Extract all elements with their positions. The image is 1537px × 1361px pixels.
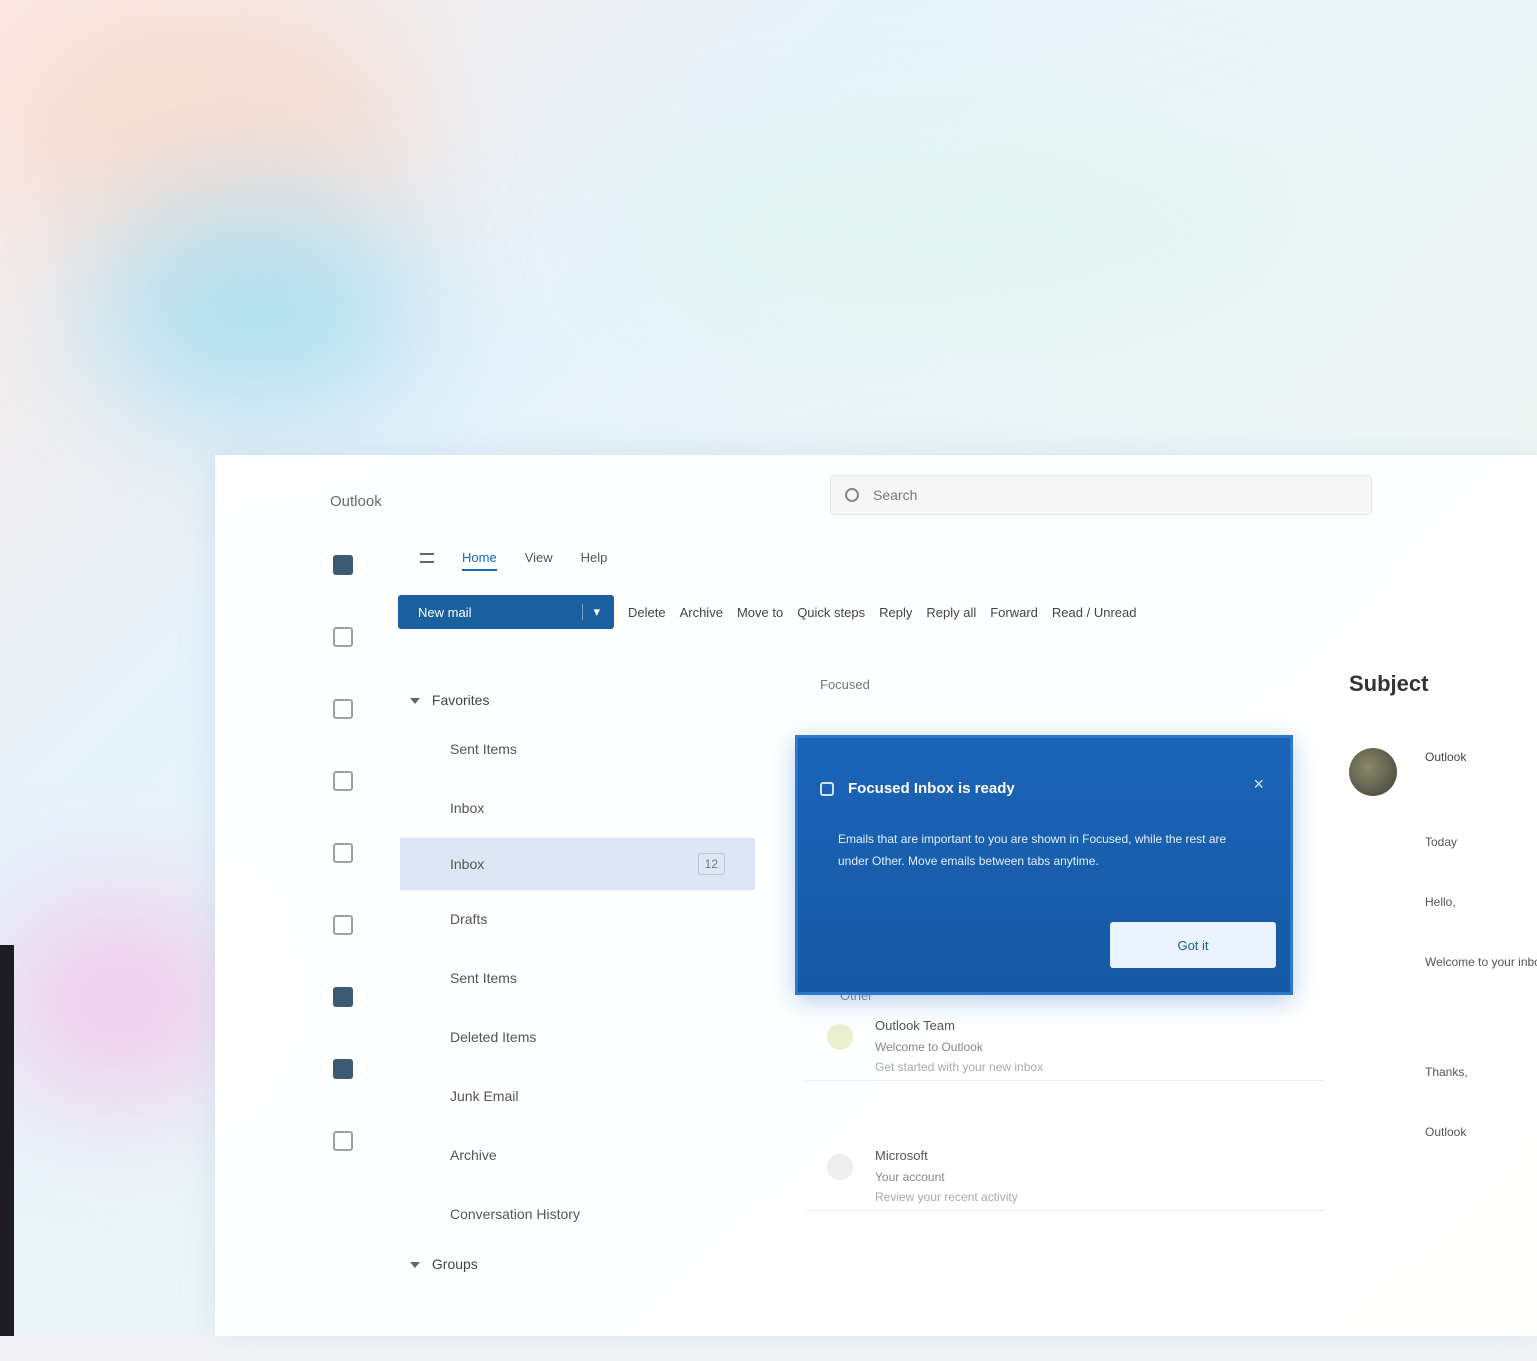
folder-label: Sent Items — [450, 970, 517, 986]
folder-label: Inbox — [450, 800, 485, 816]
files-icon[interactable] — [333, 915, 353, 935]
tab-view[interactable]: View — [525, 550, 553, 571]
folder-item-sent[interactable]: Sent Items — [400, 949, 755, 1008]
ribbon: New mail ▾ Delete Archive Move to Quick … — [398, 595, 1136, 629]
background-glow-blue — [90, 200, 420, 420]
app-rail — [333, 555, 363, 1203]
caret-down-icon — [410, 698, 420, 705]
mail-icon[interactable] — [333, 555, 353, 575]
popup-body: Emails that are important to you are sho… — [838, 832, 1227, 868]
chevron-down-icon[interactable]: ▾ — [582, 604, 600, 620]
sender-avatar — [827, 1024, 853, 1050]
folder-label: Deleted Items — [450, 1029, 537, 1045]
message-preview: Get started with your new inbox — [875, 1060, 1044, 1074]
got-it-button[interactable]: Got it — [1110, 922, 1276, 968]
info-icon — [820, 782, 834, 796]
groups-label: Groups — [431, 1256, 478, 1272]
background-glow-peach — [0, 0, 420, 260]
folder-label: Inbox — [450, 856, 485, 872]
delete-button[interactable]: Delete — [628, 605, 666, 620]
word-app-icon[interactable] — [333, 987, 353, 1007]
folder-item-deleted[interactable]: Deleted Items — [400, 1008, 755, 1067]
favorites-label: Favorites — [431, 692, 490, 708]
quick-steps-button[interactable]: Quick steps — [797, 605, 865, 620]
popup-title: Focused Inbox is ready — [848, 780, 1015, 797]
message-subject-heading: Subject — [1349, 671, 1429, 696]
tab-help[interactable]: Help — [581, 550, 608, 571]
desktop-window-edge — [0, 945, 14, 1340]
message-subject: Welcome to Outlook — [875, 1040, 983, 1054]
search-placeholder: Search — [873, 487, 918, 503]
folder-label: Conversation History — [450, 1206, 580, 1222]
mail-app-window: Outlook Search Home View Help New mail ▾… — [215, 455, 1537, 1336]
reader-body-line: Outlook — [1425, 1125, 1467, 1139]
close-icon[interactable]: × — [1253, 774, 1264, 795]
folder-label: Junk Email — [450, 1088, 519, 1104]
folder-item-drafts[interactable]: Drafts — [400, 890, 755, 949]
folder-item-junk[interactable]: Junk Email — [400, 1067, 755, 1126]
new-mail-button[interactable]: New mail ▾ — [398, 595, 614, 629]
favorites-header[interactable]: Favorites — [400, 680, 755, 720]
search-box[interactable]: Search — [830, 475, 1372, 515]
background-glow-pink — [0, 900, 240, 1100]
calendar-icon[interactable] — [333, 627, 353, 647]
read-unread-button[interactable]: Read / Unread — [1052, 605, 1137, 620]
reply-button[interactable]: Reply — [879, 605, 912, 620]
caret-down-icon — [410, 1262, 420, 1269]
folder-item-favorite-sent[interactable]: Sent Items — [400, 720, 755, 779]
folder-pane: Favorites Sent Items Inbox Inbox 12 Draf… — [400, 680, 755, 1284]
archive-button[interactable]: Archive — [680, 605, 723, 620]
folder-item-archive[interactable]: Archive — [400, 1126, 755, 1185]
tab-home[interactable]: Home — [462, 550, 497, 571]
menu-tabs: Home View Help — [420, 550, 607, 571]
reader-body-line: Welcome to your inbox. — [1425, 955, 1537, 969]
background-glow-green — [620, 120, 1320, 340]
reader-timestamp: Today — [1425, 835, 1458, 849]
folder-item-inbox[interactable]: Inbox 12 — [400, 838, 755, 890]
people-icon[interactable] — [333, 699, 353, 719]
message-sender: Microsoft — [875, 1148, 928, 1163]
folder-label: Sent Items — [450, 741, 517, 757]
focused-filter-tab[interactable]: Focused — [785, 670, 1345, 700]
avatar — [1349, 748, 1397, 796]
hamburger-menu-icon[interactable] — [420, 553, 434, 563]
reader-body-line: Thanks, — [1425, 1065, 1468, 1079]
new-mail-label: New mail — [418, 604, 472, 620]
folder-label: Drafts — [450, 911, 488, 927]
message-preview: Review your recent activity — [875, 1190, 1018, 1204]
list-item[interactable]: Outlook Team Welcome to Outlook Get star… — [805, 1010, 1325, 1081]
taskbar-edge — [0, 1336, 1537, 1361]
reading-pane: Subject Outlook Today Hello, Welcome to … — [1343, 655, 1537, 1335]
message-sender: Outlook Team — [875, 1018, 955, 1033]
move-to-button[interactable]: Move to — [737, 605, 783, 620]
reader-body-line: Hello, — [1425, 895, 1456, 909]
folder-item-favorite-inbox[interactable]: Inbox — [400, 779, 755, 838]
sender-avatar — [827, 1154, 853, 1180]
forward-button[interactable]: Forward — [990, 605, 1038, 620]
message-subject: Your account — [875, 1170, 945, 1184]
folder-label: Archive — [450, 1147, 497, 1163]
groups-icon[interactable] — [333, 771, 353, 791]
folder-item-conversation-history[interactable]: Conversation History — [400, 1185, 755, 1244]
search-icon — [845, 488, 859, 502]
focused-inbox-teaching-popup: Focused Inbox is ready × Emails that are… — [795, 735, 1293, 995]
reader-sender: Outlook — [1425, 750, 1467, 764]
more-apps-icon[interactable] — [333, 1131, 353, 1151]
todo-icon[interactable] — [333, 843, 353, 863]
app-title: Outlook — [330, 493, 382, 510]
reply-all-button[interactable]: Reply all — [926, 605, 976, 620]
excel-app-icon[interactable] — [333, 1059, 353, 1079]
desktop-background: Outlook Search Home View Help New mail ▾… — [0, 0, 1537, 1361]
groups-header[interactable]: Groups — [400, 1244, 755, 1284]
unread-count-badge: 12 — [697, 853, 725, 875]
list-item[interactable]: Microsoft Your account Review your recen… — [805, 1140, 1325, 1211]
